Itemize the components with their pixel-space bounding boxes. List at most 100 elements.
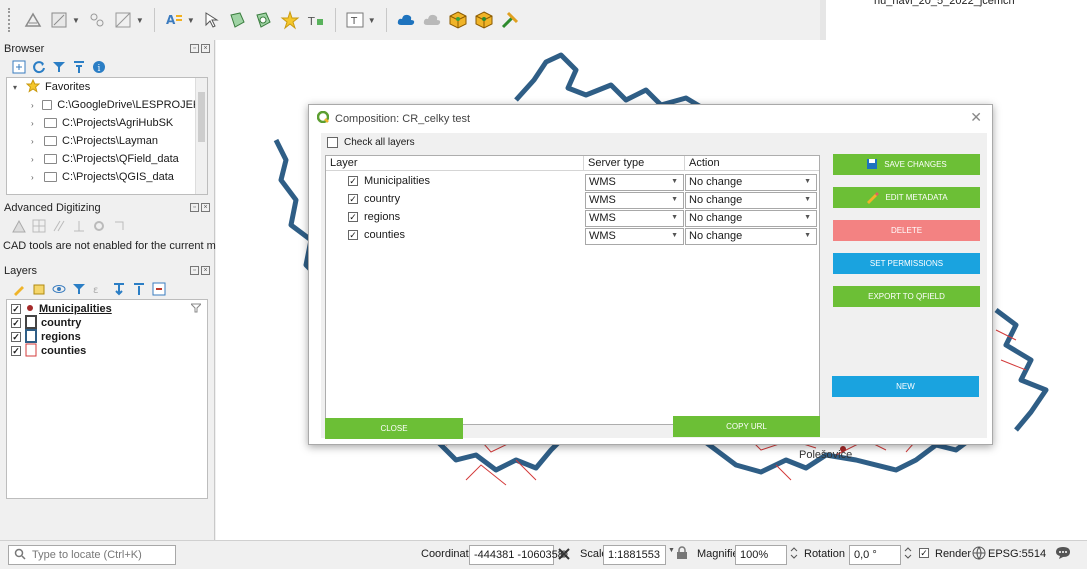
float-icon[interactable]: ▫ [190, 44, 199, 53]
expand-right-icon[interactable]: › [31, 101, 37, 110]
globe-icon[interactable] [972, 546, 986, 563]
expand-all-icon[interactable] [112, 282, 126, 296]
server-type-select[interactable]: WMS ▼ [585, 174, 684, 191]
reshape-icon[interactable] [112, 9, 134, 31]
remove-layer-icon[interactable] [152, 282, 166, 296]
server-type-select[interactable]: WMS ▼ [585, 228, 684, 245]
tree-item[interactable]: › C:\Projects\Layman [7, 132, 207, 150]
tree-item[interactable]: › C:\Projects\AgriHubSK [7, 114, 207, 132]
column-header-action[interactable]: Action [685, 156, 819, 171]
split-tool-icon[interactable] [86, 9, 108, 31]
copy-url-button[interactable]: COPY URL [673, 416, 820, 437]
expand-right-icon[interactable]: › [31, 119, 39, 128]
close-button[interactable]: CLOSE [325, 418, 463, 439]
action-select[interactable]: No change ▼ [685, 174, 817, 191]
text-box-icon[interactable]: T [344, 9, 366, 31]
float-icon[interactable]: ▫ [190, 266, 199, 275]
server-type-select[interactable]: WMS ▼ [585, 192, 684, 209]
style-icon[interactable] [12, 282, 26, 296]
cad-parallel-icon[interactable] [52, 219, 66, 233]
digitize-icon[interactable] [22, 9, 44, 31]
new-button[interactable]: NEW [832, 376, 979, 397]
cad-grid-icon[interactable] [32, 219, 46, 233]
add-ring-icon[interactable] [253, 9, 275, 31]
browser-scrollbar[interactable] [195, 78, 207, 194]
action-select[interactable]: No change ▼ [685, 228, 817, 245]
close-icon[interactable]: × [201, 203, 210, 212]
vertex-tool-icon[interactable] [48, 9, 70, 31]
action-select[interactable]: No change ▼ [685, 192, 817, 209]
cad-enable-icon[interactable] [12, 219, 26, 233]
expand-right-icon[interactable]: › [31, 155, 39, 164]
layer-row-counties[interactable]: ✓ counties [7, 343, 207, 358]
save-changes-button[interactable]: SAVE CHANGES [833, 154, 980, 175]
server-type-select[interactable]: WMS ▼ [585, 210, 684, 227]
check-all-row[interactable]: Check all layers [327, 137, 415, 148]
row-checkbox[interactable]: ✓ [348, 176, 358, 186]
rotation-field[interactable]: 0,0 ° [849, 545, 901, 565]
dropdown-arrow-icon[interactable]: ▼ [368, 16, 376, 25]
row-checkbox[interactable]: ✓ [348, 212, 358, 222]
close-icon[interactable]: × [201, 44, 210, 53]
dropdown-arrow-icon[interactable]: ▼ [136, 16, 144, 25]
column-header-layer[interactable]: Layer [326, 156, 584, 171]
tree-favorites[interactable]: ▾ Favorites [7, 78, 207, 96]
collapse-icon[interactable] [72, 60, 86, 74]
layer-checkbox[interactable]: ✓ [11, 332, 21, 342]
tree-item[interactable]: › C:\Projects\QField_data [7, 150, 207, 168]
set-permissions-button[interactable]: SET PERMISSIONS [833, 253, 980, 274]
spin-icon[interactable] [903, 546, 913, 563]
delete-button[interactable]: DELETE [833, 220, 980, 241]
layer-row-regions[interactable]: ✓ regions [7, 328, 207, 344]
visibility-icon[interactable] [52, 282, 66, 296]
float-icon[interactable]: ▫ [190, 203, 199, 212]
add-group-icon[interactable] [32, 282, 46, 296]
column-header-server-type[interactable]: Server type [584, 156, 685, 171]
scale-field[interactable]: 1:1881553 [603, 545, 666, 565]
filter-icon[interactable] [189, 303, 203, 316]
scrollbar-thumb[interactable] [198, 92, 205, 142]
collapse-all-icon[interactable] [132, 282, 146, 296]
cloud-upload-icon[interactable] [421, 9, 443, 31]
layer-checkbox[interactable]: ✓ [11, 304, 21, 314]
tree-item[interactable]: › C:\Projects\QGIS_data [7, 168, 207, 186]
lock-icon[interactable] [676, 546, 688, 563]
tools-icon[interactable] [499, 9, 521, 31]
cad-settings-icon[interactable] [92, 219, 106, 233]
add-polygon-icon[interactable] [227, 9, 249, 31]
expand-right-icon[interactable]: › [31, 137, 39, 146]
close-icon[interactable]: × [201, 266, 210, 275]
close-icon[interactable]: ✕ [970, 109, 982, 126]
filter-legend-icon[interactable] [72, 282, 86, 296]
row-checkbox[interactable]: ✓ [348, 230, 358, 240]
label-tool-icon[interactable]: A [163, 9, 185, 31]
layer-row-country[interactable]: ✓ country [7, 314, 207, 330]
export-to-qfield-button[interactable]: EXPORT TO QFIELD [833, 286, 980, 307]
toolbar-grip[interactable] [8, 8, 12, 32]
row-checkbox[interactable]: ✓ [348, 194, 358, 204]
text-annotation-icon[interactable]: T [305, 9, 327, 31]
coordinate-toggle-icon[interactable] [556, 546, 572, 565]
edit-metadata-button[interactable]: EDIT METADATA [833, 187, 980, 208]
locator-input[interactable]: Type to locate (Ctrl+K) [8, 545, 176, 565]
cloud-icon[interactable] [395, 9, 417, 31]
refresh-icon[interactable] [32, 60, 46, 74]
action-select[interactable]: No change ▼ [685, 210, 817, 227]
info-icon[interactable]: i [92, 60, 106, 74]
magnifier-field[interactable]: 100% [735, 545, 787, 565]
check-all-checkbox[interactable] [327, 137, 338, 148]
tree-item[interactable]: › C:\GoogleDrive\LESPROJEKT [7, 96, 207, 114]
cad-perpendicular-icon[interactable] [72, 219, 86, 233]
select-feature-icon[interactable] [201, 9, 223, 31]
cad-help-icon[interactable] [112, 219, 126, 233]
chevron-down-icon[interactable]: ▼ [668, 547, 675, 554]
filter-expression-icon[interactable]: ε [92, 282, 106, 296]
messages-icon[interactable] [1055, 546, 1071, 563]
render-checkbox[interactable]: ✓ [919, 547, 929, 559]
coordinate-field[interactable]: -444381 -1060358 [469, 545, 564, 565]
expand-down-icon[interactable]: ▾ [13, 83, 21, 92]
dropdown-arrow-icon[interactable]: ▼ [72, 16, 80, 25]
filter-icon[interactable] [52, 60, 66, 74]
dropdown-arrow-icon[interactable]: ▼ [187, 16, 195, 25]
expand-right-icon[interactable]: › [31, 173, 39, 182]
